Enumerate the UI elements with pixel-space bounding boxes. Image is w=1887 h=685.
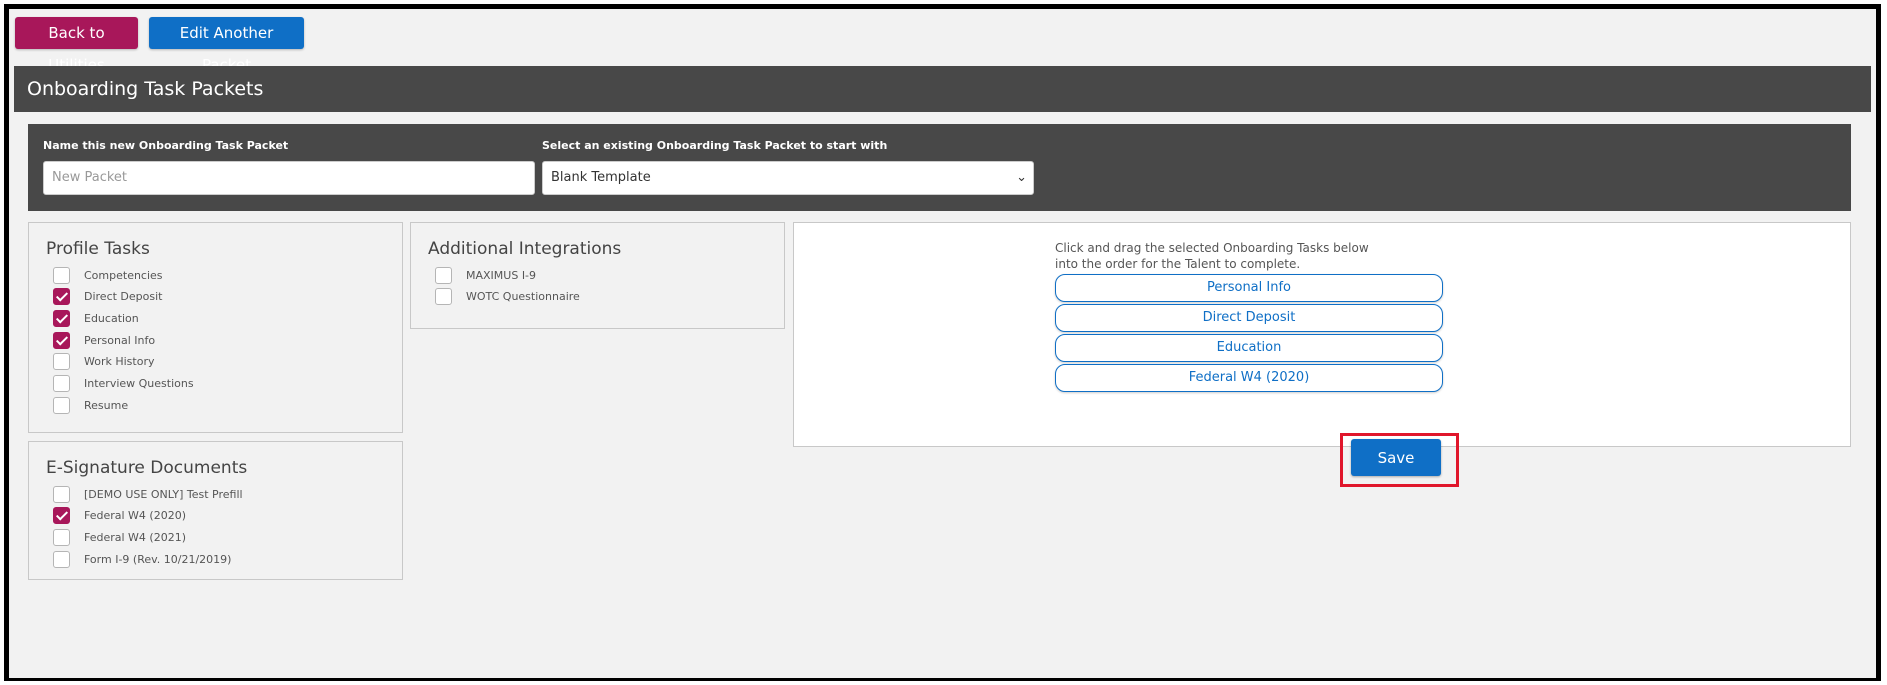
checkbox-interview-questions[interactable]: Interview Questions (53, 373, 194, 393)
back-to-utilities-button[interactable]: Back to Utilities (15, 17, 138, 74)
edit-another-packet-button[interactable]: Edit Another Packet (149, 17, 304, 74)
checkbox-wotc-questionnaire[interactable]: WOTC Questionnaire (435, 286, 580, 306)
template-select[interactable]: Blank Template ⌄ (542, 161, 1034, 195)
packet-name-label: Name this new Onboarding Task Packet (43, 139, 289, 152)
checkbox-label: Education (84, 311, 139, 325)
checkbox-checked[interactable] (53, 506, 70, 524)
checkbox-label: WOTC Questionnaire (466, 289, 580, 303)
checkbox-federal-w4-2020[interactable]: Federal W4 (2020) (53, 505, 186, 525)
checkbox[interactable] (53, 550, 70, 568)
esignature-panel: E-Signature Documents [DEMO USE ONLY] Te… (28, 441, 403, 580)
checkbox-direct-deposit[interactable]: Direct Deposit (53, 286, 162, 306)
esignature-title: E-Signature Documents (46, 458, 248, 478)
checkbox-label: Form I-9 (Rev. 10/21/2019) (84, 552, 232, 566)
checkbox-label: Federal W4 (2021) (84, 530, 187, 544)
checkbox-label: Personal Info (84, 333, 156, 347)
main-content: Onboarding Task Packets Name this new On… (9, 66, 1876, 678)
integrations-panel: Additional Integrations MAXIMUS I-9 WOTC… (410, 222, 785, 329)
packet-form: Name this new Onboarding Task Packet New… (28, 124, 1851, 211)
checkbox-checked[interactable] (53, 331, 70, 349)
order-item-direct-deposit[interactable]: Direct Deposit (1055, 304, 1443, 332)
checkbox-label: Competencies (84, 268, 163, 282)
checkbox-demo-test-prefill[interactable]: [DEMO USE ONLY] Test Prefill (53, 484, 243, 504)
checkbox-label: Resume (84, 398, 129, 412)
template-select-label: Select an existing Onboarding Task Packe… (542, 139, 888, 152)
checkbox[interactable] (53, 374, 70, 392)
checkbox-maximus-i9[interactable]: MAXIMUS I-9 (435, 265, 536, 285)
checkbox-checked[interactable] (53, 287, 70, 305)
checkbox-label: [DEMO USE ONLY] Test Prefill (84, 487, 243, 501)
page-title: Onboarding Task Packets (14, 66, 1871, 112)
save-button[interactable]: Save (1351, 439, 1441, 476)
checkbox-work-history[interactable]: Work History (53, 351, 155, 371)
checkbox[interactable] (53, 485, 70, 503)
checkbox-checked[interactable] (53, 309, 70, 327)
order-item-personal-info[interactable]: Personal Info (1055, 274, 1443, 302)
checkbox-competencies[interactable]: Competencies (53, 265, 163, 285)
profile-tasks-title: Profile Tasks (46, 239, 150, 259)
profile-tasks-panel: Profile Tasks Competencies Direct Deposi… (28, 222, 403, 433)
checkbox[interactable] (53, 352, 70, 370)
checkbox-label: Interview Questions (84, 376, 194, 390)
packet-name-input[interactable]: New Packet (43, 161, 535, 195)
checkbox[interactable] (435, 287, 452, 305)
checkbox-label: Federal W4 (2020) (84, 508, 187, 522)
checkbox[interactable] (53, 266, 70, 284)
top-toolbar: Back to Utilities Edit Another Packet (9, 9, 1876, 74)
checkbox-label: MAXIMUS I-9 (466, 268, 537, 282)
checkbox-personal-info[interactable]: Personal Info (53, 330, 155, 350)
chevron-down-icon: ⌄ (1016, 170, 1027, 185)
template-select-value: Blank Template (551, 170, 651, 185)
checkbox-federal-w4-2021[interactable]: Federal W4 (2021) (53, 527, 186, 547)
order-item-education[interactable]: Education (1055, 334, 1443, 362)
task-order-panel: Click and drag the selected Onboarding T… (793, 222, 1851, 487)
checkbox-education[interactable]: Education (53, 308, 139, 328)
checkbox-form-i9[interactable]: Form I-9 (Rev. 10/21/2019) (53, 549, 231, 569)
order-instructions: Click and drag the selected Onboarding T… (1055, 241, 1369, 271)
app-frame: Back to Utilities Edit Another Packet On… (4, 4, 1881, 681)
checkbox[interactable] (53, 396, 70, 414)
integrations-title: Additional Integrations (428, 239, 622, 259)
checkbox-label: Direct Deposit (84, 289, 163, 303)
checkbox[interactable] (435, 266, 452, 284)
order-item-federal-w4-2020[interactable]: Federal W4 (2020) (1055, 364, 1443, 392)
checkbox-label: Work History (84, 354, 155, 368)
checkbox-resume[interactable]: Resume (53, 395, 128, 415)
checkbox[interactable] (53, 528, 70, 546)
